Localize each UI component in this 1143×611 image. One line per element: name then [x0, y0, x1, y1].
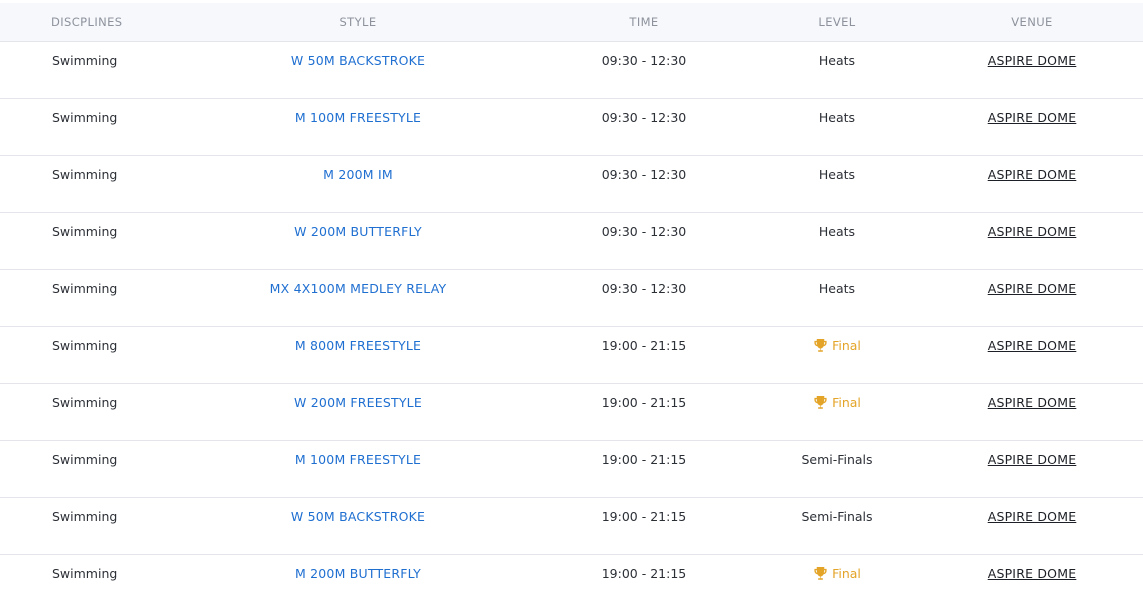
header-style: STYLE [339, 15, 377, 29]
style-link[interactable]: M 800M FREESTYLE [200, 338, 516, 353]
table-row: Swimming M 100M FREESTYLE 19:00 - 21:15 … [0, 441, 1143, 498]
table-row: Swimming W 50M BACKSTROKE 09:30 - 12:30 … [0, 42, 1143, 99]
time-cell: 19:00 - 21:15 [601, 566, 687, 581]
venue-link[interactable]: ASPIRE DOME [957, 281, 1107, 296]
trophy-icon [814, 338, 827, 352]
time-cell: 09:30 - 12:30 [601, 167, 687, 182]
time-cell: 19:00 - 21:15 [601, 338, 687, 353]
venue-link[interactable]: ASPIRE DOME [957, 338, 1107, 353]
table-header: DISCPLINES STYLE TIME LEVEL VENUE [0, 3, 1143, 42]
level-cell: Heats Heats [762, 110, 912, 125]
header-venue: VENUE [1011, 15, 1053, 29]
final-label: Final [832, 395, 861, 410]
style-link[interactable]: M 200M IM [200, 167, 516, 182]
level-cell: Semi-Finals Semi-Finals [762, 509, 912, 524]
discipline-cell: Swimming [52, 452, 118, 467]
final-label: Final [832, 338, 861, 353]
venue-link[interactable]: ASPIRE DOME [957, 167, 1107, 182]
table-row: Swimming M 200M IM 09:30 - 12:30 Heats H… [0, 156, 1143, 213]
style-link[interactable]: M 100M FREESTYLE [200, 452, 516, 467]
trophy-icon [814, 566, 827, 580]
trophy-icon [814, 395, 827, 409]
venue-link[interactable]: ASPIRE DOME [957, 53, 1107, 68]
table-row: Swimming W 50M BACKSTROKE 19:00 - 21:15 … [0, 498, 1143, 555]
level-label: Heats [818, 224, 856, 239]
schedule-table: DISCPLINES STYLE TIME LEVEL VENUE Swimmi… [0, 3, 1143, 611]
venue-link[interactable]: ASPIRE DOME [957, 566, 1107, 581]
style-link[interactable]: W 200M FREESTYLE [200, 395, 516, 410]
venue-link[interactable]: ASPIRE DOME [957, 452, 1107, 467]
table-row: Swimming W 200M FREESTYLE 19:00 - 21:15 … [0, 384, 1143, 441]
venue-link[interactable]: ASPIRE DOME [957, 395, 1107, 410]
level-label: Heats [818, 110, 856, 125]
level-label: Heats [818, 167, 856, 182]
level-label: Semi-Finals [801, 509, 873, 524]
style-link[interactable]: W 50M BACKSTROKE [200, 509, 516, 524]
venue-link[interactable]: ASPIRE DOME [957, 224, 1107, 239]
level-cell: Final Final [762, 566, 912, 584]
style-link[interactable]: W 50M BACKSTROKE [200, 53, 516, 68]
header-time: TIME [629, 15, 659, 29]
final-badge: Final [813, 395, 861, 410]
time-cell: 19:00 - 21:15 [601, 509, 687, 524]
discipline-cell: Swimming [52, 509, 118, 524]
discipline-cell: Swimming [52, 167, 118, 182]
discipline-cell: Swimming [52, 281, 118, 296]
table-row: Swimming M 200M BUTTERFLY 19:00 - 21:15 … [0, 555, 1143, 611]
level-label: Heats [818, 53, 856, 68]
level-cell: Semi-Finals Semi-Finals [762, 452, 912, 467]
table-row: Swimming MX 4X100M MEDLEY RELAY 09:30 - … [0, 270, 1143, 327]
level-cell: Final Final [762, 338, 912, 356]
time-cell: 19:00 - 21:15 [601, 395, 687, 410]
table-body: Swimming W 50M BACKSTROKE 09:30 - 12:30 … [0, 42, 1143, 611]
style-link[interactable]: W 200M BUTTERFLY [200, 224, 516, 239]
header-level: LEVEL [818, 15, 856, 29]
table-row: Swimming W 200M BUTTERFLY 09:30 - 12:30 … [0, 213, 1143, 270]
level-cell: Final Final [762, 395, 912, 413]
table-row: Swimming M 100M FREESTYLE 09:30 - 12:30 … [0, 99, 1143, 156]
level-cell: Heats Heats [762, 224, 912, 239]
venue-link[interactable]: ASPIRE DOME [957, 110, 1107, 125]
style-link[interactable]: MX 4X100M MEDLEY RELAY [200, 281, 516, 296]
time-cell: 09:30 - 12:30 [601, 110, 687, 125]
level-label: Heats [818, 281, 856, 296]
time-cell: 09:30 - 12:30 [601, 53, 687, 68]
discipline-cell: Swimming [52, 566, 118, 581]
discipline-cell: Swimming [52, 110, 118, 125]
final-label: Final [832, 566, 861, 581]
time-cell: 19:00 - 21:15 [601, 452, 687, 467]
style-link[interactable]: M 200M BUTTERFLY [200, 566, 516, 581]
discipline-cell: Swimming [52, 338, 118, 353]
discipline-cell: Swimming [52, 53, 118, 68]
level-label: Semi-Finals [801, 452, 873, 467]
table-row: Swimming M 800M FREESTYLE 19:00 - 21:15 … [0, 327, 1143, 384]
time-cell: 09:30 - 12:30 [601, 281, 687, 296]
time-cell: 09:30 - 12:30 [601, 224, 687, 239]
style-link[interactable]: M 100M FREESTYLE [200, 110, 516, 125]
discipline-cell: Swimming [52, 395, 118, 410]
venue-link[interactable]: ASPIRE DOME [957, 509, 1107, 524]
final-badge: Final [813, 338, 861, 353]
level-cell: Heats Heats [762, 167, 912, 182]
level-cell: Heats Heats [762, 281, 912, 296]
level-cell: Heats Heats [762, 53, 912, 68]
final-badge: Final [813, 566, 861, 581]
discipline-cell: Swimming [52, 224, 118, 239]
header-disciplines: DISCPLINES [51, 15, 123, 29]
